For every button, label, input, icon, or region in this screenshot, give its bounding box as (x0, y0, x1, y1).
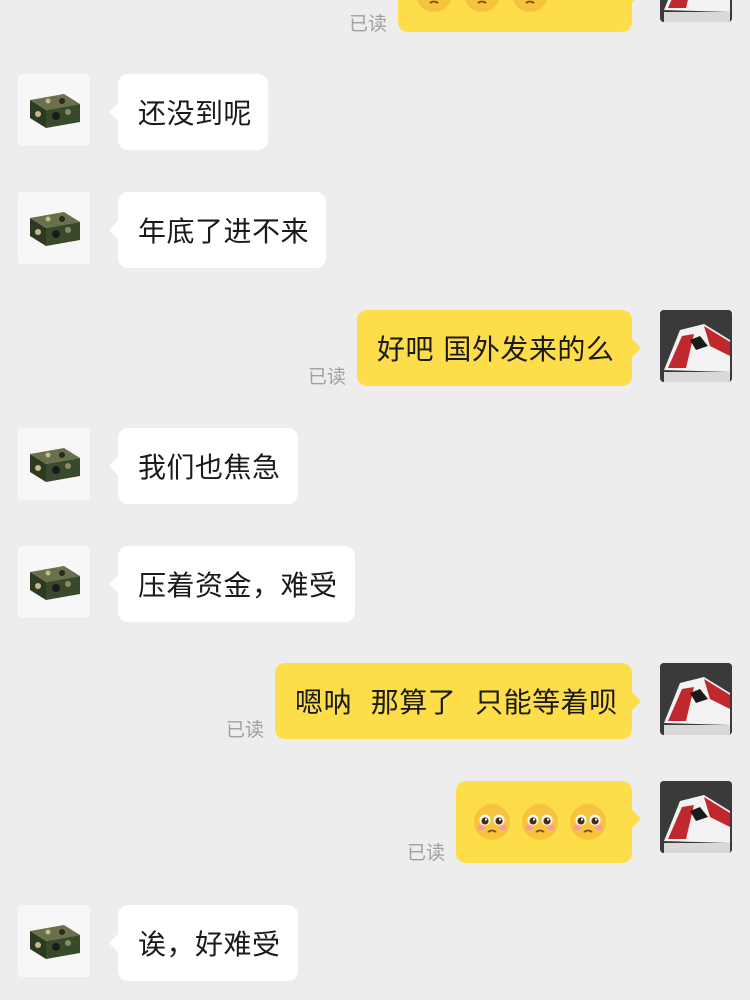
pleading-face-icon (513, 0, 547, 12)
read-receipt: 已读 (349, 13, 388, 35)
message-text: 年底了进不来 (138, 215, 310, 248)
camo-box-avatar-image (18, 905, 90, 977)
contact-avatar[interactable] (18, 192, 90, 264)
emoji-group (472, 802, 608, 842)
contact-avatar[interactable] (18, 428, 90, 500)
camo-box-avatar-image (18, 428, 90, 500)
chat-window[interactable]: 已读 已截 还没到呢 (0, 0, 750, 1000)
message-text: 我们也焦急 (138, 451, 281, 484)
read-receipt: 已读 (407, 842, 446, 864)
message-bubble-outgoing[interactable]: 好吧 国外发来的么 (357, 310, 641, 386)
emoji-group (414, 0, 550, 14)
read-receipt: 已读 (226, 719, 265, 741)
read-receipt: 已读 (308, 366, 347, 388)
message-bubble-incoming[interactable]: 还没到呢 (109, 74, 268, 150)
message-text: 嗯呐 那算了 只能等着呗 (295, 686, 618, 719)
message-text: 诶，好难受 (138, 928, 281, 961)
pleading-face-icon (570, 804, 606, 840)
camo-box-avatar-image (18, 192, 90, 264)
self-avatar[interactable] (660, 0, 732, 22)
message-bubble-outgoing[interactable]: 嗯呐 那算了 只能等着呗 (275, 663, 641, 739)
message-bubble-incoming[interactable]: 诶，好难受 (109, 905, 298, 981)
pleading-face-icon (417, 0, 451, 12)
pleading-face-icon (474, 804, 510, 840)
sneaker-avatar-image (660, 310, 732, 382)
sneaker-avatar-image (660, 0, 732, 22)
contact-avatar[interactable] (18, 546, 90, 618)
contact-avatar[interactable] (18, 74, 90, 146)
message-text: 好吧 国外发来的么 (377, 333, 615, 366)
camo-box-avatar-image (18, 74, 90, 146)
sneaker-avatar-image (660, 663, 732, 735)
message-bubble-outgoing[interactable]: 已截 (398, 0, 641, 32)
self-avatar[interactable] (660, 310, 732, 382)
pleading-face-icon (465, 0, 499, 12)
pleading-face-icon (522, 804, 558, 840)
self-avatar[interactable] (660, 663, 732, 735)
message-bubble-incoming[interactable]: 我们也焦急 (109, 428, 298, 504)
camo-box-avatar-image (18, 546, 90, 618)
message-text: 压着资金，难受 (138, 569, 338, 602)
self-avatar[interactable] (660, 781, 732, 853)
sneaker-avatar-image (660, 781, 732, 853)
contact-avatar[interactable] (18, 905, 90, 977)
message-bubble-incoming[interactable]: 压着资金，难受 (109, 546, 355, 622)
message-text: 还没到呢 (138, 97, 253, 130)
message-bubble-incoming[interactable]: 年底了进不来 (109, 192, 326, 268)
message-bubble-outgoing[interactable] (456, 781, 641, 863)
